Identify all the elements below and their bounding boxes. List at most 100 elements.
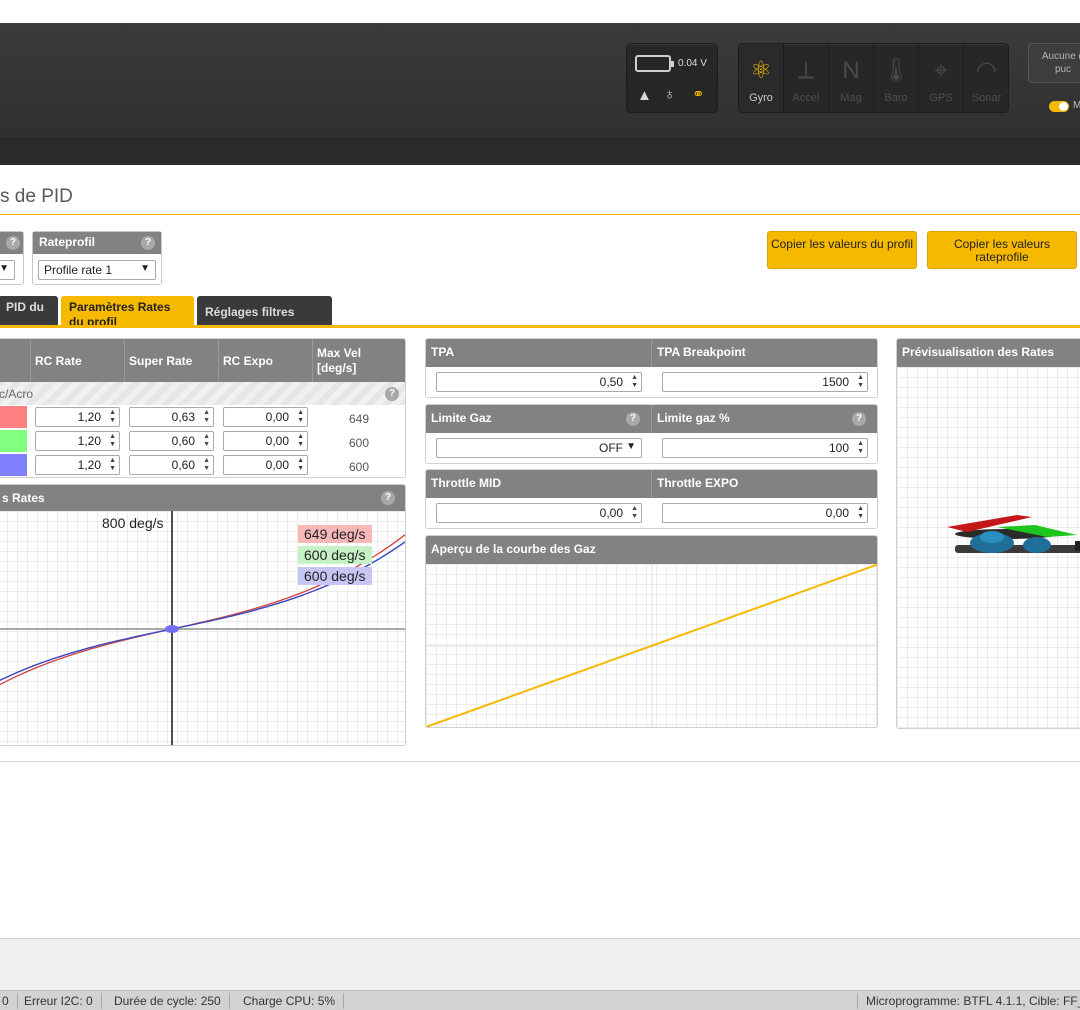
pid-profile-select[interactable]: ▼ (0, 260, 15, 280)
pid-profile-head: ? (0, 232, 23, 254)
status-cpu-load: Charge CPU: 5% (235, 993, 345, 1009)
pitch-super-rate-input[interactable]: 0,60 ▲ ▼ (129, 431, 214, 451)
help-icon[interactable]: ? (141, 236, 155, 250)
throttle-limit-label: Limite Gaz (431, 411, 492, 425)
pitch-color-swatch (0, 430, 27, 452)
status-firmware: Microprogramme: BTFL 4.1.1, Cible: FF_ (857, 993, 1080, 1009)
header-subbar (0, 138, 1080, 165)
roll-max-vel: 649 (349, 412, 370, 426)
sensor-label: Gyro (749, 92, 773, 104)
toggle-label: M (1073, 100, 1080, 111)
roll-rc-expo-input[interactable]: 0,00 ▲ ▼ (223, 407, 308, 427)
help-icon[interactable]: ? (852, 412, 866, 426)
throttle-mid-panel: Throttle MID Throttle EXPO 0,00 ▲ ▼ 0,00 ▲ ▼ (425, 469, 878, 529)
quad-model-icon (947, 515, 1080, 553)
yaw-legend-label: 600 deg/s (298, 567, 372, 585)
tab-divider (0, 325, 1080, 328)
sensor-label: Sonar (971, 92, 1002, 104)
gps-icon: ⌖ (934, 57, 948, 84)
yaw-color-swatch (0, 454, 27, 476)
status-bar: 0 Erreur I2C: 0 Durée de cycle: 250 Char… (0, 990, 1080, 1010)
rateprofile-box: Rateprofil ? Profile rate 1 ▼ (32, 231, 162, 285)
subheader-label: c/Acro (0, 387, 34, 401)
rateprofile-select[interactable]: Profile rate 1 ▼ (38, 260, 156, 280)
throttle-curve-svg (426, 564, 877, 727)
rates-subheader: c/Acro ? (0, 382, 405, 405)
chevron-down-icon: ▼ (626, 441, 636, 452)
yaw-rc-rate-input[interactable]: 1,20 ▲ ▼ (35, 455, 120, 475)
help-icon[interactable]: ? (626, 412, 640, 426)
tpa-breakpoint-head: TPA Breakpoint (652, 339, 877, 367)
tab-label: Paramètres Rates du profil (69, 300, 171, 326)
rates-graph-panel: s Rates ? 800 deg/s 649 deg/s 600 deg/s … (0, 484, 406, 746)
copy-rateprofile-button[interactable]: Copier les valeurs rateprofile (927, 231, 1077, 269)
footer-area (0, 938, 1080, 990)
warning-icon: ▲ (637, 87, 652, 104)
copy-profile-button[interactable]: Copier les valeurs du profil (767, 231, 917, 269)
throttle-mid-input[interactable]: 0,00 ▲ ▼ (436, 503, 642, 523)
connect-button-line2: puc (1054, 64, 1072, 75)
failsafe-icon: ♁ (664, 86, 676, 103)
link-icon: ⚭ (692, 86, 705, 103)
throttle-mid-head: Throttle MID (426, 470, 652, 498)
page-title: s de PID (0, 186, 73, 207)
throttle-limit-head: Limite Gaz ? (426, 405, 652, 433)
tab-label: PID du (6, 300, 44, 314)
sensor-gyro: ⚛ Gyro (739, 44, 784, 112)
battery-voltage: 0.04 V (678, 58, 707, 69)
content-divider (0, 761, 1080, 762)
sensor-accel: ⟂ Accel (784, 44, 829, 112)
battery-status-box: 0.04 V ▲ ♁ ⚭ (626, 43, 718, 113)
yaw-super-rate-input[interactable]: 0,60 ▲ ▼ (129, 455, 214, 475)
throttle-limit-percent-head: Limite gaz % ? (652, 405, 877, 433)
sensor-baro: 🌡 Baro (874, 44, 919, 112)
throttle-limit-value: OFF (599, 441, 623, 455)
rateprofile-label: Rateprofil (39, 235, 96, 249)
yaw-rc-expo-input[interactable]: 0,00 ▲ ▼ (223, 455, 308, 475)
baro-icon: 🌡 (880, 57, 912, 84)
sensor-sonar: ◠ Sonar (964, 44, 1008, 112)
accel-icon: ⟂ (797, 57, 814, 84)
tab-filters[interactable]: Réglages filtres (197, 296, 332, 326)
pitch-rc-rate-input[interactable]: 1,20 ▲ ▼ (35, 431, 120, 451)
throttle-limit-select[interactable]: OFF ▼ (436, 438, 642, 458)
status-i2c-errors: Erreur I2C: 0 (16, 993, 102, 1009)
throttle-expo-input[interactable]: 0,00 ▲ ▼ (662, 503, 868, 523)
stick-position-marker (165, 625, 179, 633)
roll-super-rate-input[interactable]: 0,63 ▲ ▼ (129, 407, 214, 427)
help-icon[interactable]: ? (6, 236, 20, 250)
throttle-limit-percent-input[interactable]: 100 ▲ ▼ (662, 438, 868, 458)
col-rc-expo: RC Expo (223, 354, 274, 368)
pitch-legend-label: 600 deg/s (298, 546, 372, 564)
rates-preview-area (897, 367, 1080, 728)
throttle-curve-area (426, 564, 877, 727)
throttle-limit-panel: Limite Gaz ? Limite gaz % ? OFF ▼ 100 ▲ ▼ (425, 404, 878, 464)
roll-rc-rate-input[interactable]: 1,20 ▲ ▼ (35, 407, 120, 427)
rates-preview-head: Prévisualisation des Rates (897, 339, 1080, 367)
throttle-limit-percent-label: Limite gaz % (657, 411, 730, 425)
tab-pid[interactable]: PID du (0, 296, 58, 326)
pid-profile-box: ? ▼ (0, 231, 24, 285)
sensor-label: GPS (929, 92, 953, 104)
pitch-rc-expo-input[interactable]: 0,00 ▲ ▼ (223, 431, 308, 451)
battery-icon (635, 55, 674, 72)
sensor-mag: N Mag (829, 44, 874, 112)
pitch-max-vel: 600 (349, 436, 370, 450)
gyro-icon: ⚛ (750, 57, 772, 84)
rates-graph-header: s Rates ? (0, 485, 405, 511)
expert-mode-toggle[interactable] (1049, 101, 1069, 112)
help-icon[interactable]: ? (381, 491, 395, 505)
rates-preview-panel: Prévisualisation des Rates (896, 338, 1080, 729)
throttle-curve-panel: Aperçu de la courbe des Gaz (425, 535, 878, 728)
tab-rates[interactable]: Paramètres Rates du profil (61, 296, 194, 326)
tpa-breakpoint-input[interactable]: 1500 ▲ ▼ (662, 372, 868, 392)
sensor-label: Baro (884, 92, 908, 104)
rateprofile-value: Profile rate 1 (44, 263, 113, 277)
rates-graph-area: 800 deg/s 649 deg/s 600 deg/s 600 deg/s (0, 511, 405, 745)
tpa-panel: TPA TPA Breakpoint 0,50 ▲ ▼ 1500 ▲ ▼ (425, 338, 878, 398)
tpa-input[interactable]: 0,50 ▲ ▼ (436, 372, 642, 392)
help-icon[interactable]: ? (385, 387, 399, 401)
connect-button[interactable]: Aucune d puc (1028, 43, 1080, 83)
rates-table-panel: RC Rate Super Rate RC Expo Max Vel [deg/… (0, 338, 406, 478)
connect-button-line1: Aucune d (1041, 51, 1080, 62)
